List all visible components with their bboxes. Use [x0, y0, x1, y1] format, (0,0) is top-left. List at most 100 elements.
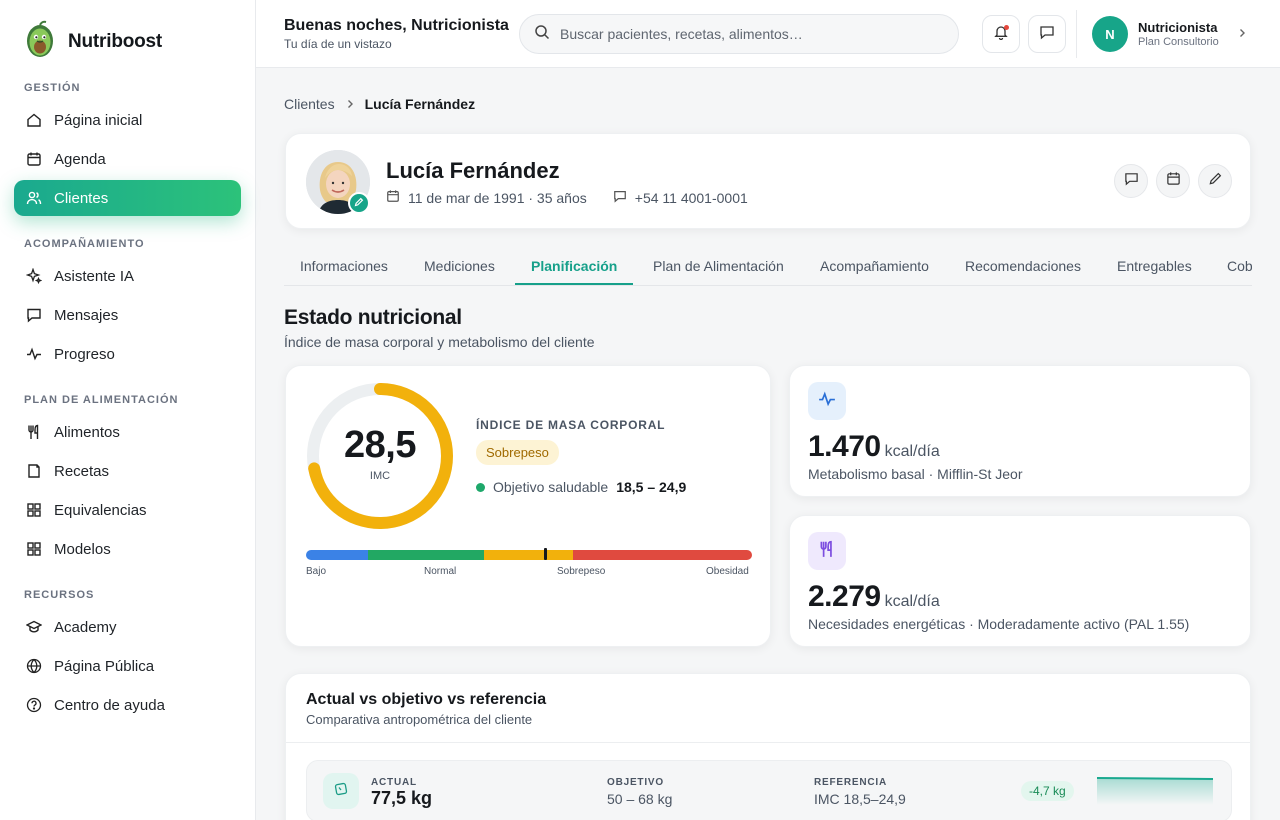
message-icon	[613, 189, 627, 206]
topbar: Buenas noches, Nutricionista Tu día de u…	[256, 0, 1280, 68]
calendar-icon	[1166, 171, 1181, 191]
scale-icon-box	[323, 773, 359, 809]
message-icon	[1039, 24, 1055, 45]
status-badge: Sobrepeso	[476, 440, 559, 465]
energy-needs-value: 2.279 kcal/día	[808, 580, 940, 614]
tab-informaciones[interactable]: Informaciones	[300, 258, 388, 274]
users-icon	[26, 190, 42, 206]
tab-plan-de-alimentacion[interactable]: Plan de Alimentación	[653, 258, 784, 274]
sidebar-item-agenda[interactable]: Agenda	[14, 141, 241, 177]
scale-label-normal: Normal	[424, 566, 457, 577]
sidebar-item-label: Alimentos	[54, 423, 120, 441]
scale-segment-obese	[573, 550, 752, 560]
sidebar-section-title: PLAN DE ALIMENTACIÓN	[24, 394, 179, 406]
graduation-cap-icon	[26, 619, 42, 635]
pencil-icon	[354, 194, 364, 212]
sidebar-item-modelos[interactable]: Modelos	[14, 531, 241, 567]
divider	[1076, 10, 1077, 58]
sidebar-item-label: Modelos	[54, 540, 111, 558]
scale-segment-normal	[368, 550, 484, 560]
activity-icon	[818, 390, 836, 413]
tab-mediciones[interactable]: Mediciones	[424, 258, 495, 274]
sidebar-item-academy[interactable]: Academy	[14, 609, 241, 645]
bmr-card: 1.470 kcal/día Metabolismo basal · Miffli…	[789, 365, 1251, 497]
sidebar-item-progreso[interactable]: Progreso	[14, 336, 241, 372]
tab-recomendaciones[interactable]: Recomendaciones	[965, 258, 1081, 274]
goal-value: 50 – 68 kg	[607, 791, 673, 807]
sidebar-item-clientes[interactable]: Clientes	[14, 180, 241, 216]
client-tabs: Informaciones Mediciones Planificación P…	[284, 248, 1252, 286]
sidebar-item-asistente-ia[interactable]: Asistente IA	[14, 258, 241, 294]
search-icon	[534, 24, 550, 45]
sidebar-item-label: Agenda	[54, 150, 106, 168]
notifications-button[interactable]	[982, 15, 1020, 53]
stat-icon-box	[808, 382, 846, 420]
sidebar-item-label: Centro de ayuda	[54, 696, 165, 714]
imc-title: ÍNDICE DE MASA CORPORAL	[476, 418, 666, 432]
imc-goal: Objetivo saludable 18,5 – 24,9	[476, 479, 686, 495]
sidebar-item-centro-de-ayuda[interactable]: Centro de ayuda	[14, 687, 241, 723]
avatar: N	[1092, 16, 1128, 52]
scale-label-obese: Obesidad	[706, 566, 749, 577]
tab-entregables[interactable]: Entregables	[1117, 258, 1192, 274]
imc-card: 28,5 IMC ÍNDICE DE MASA CORPORAL Sobrepe…	[285, 365, 771, 647]
sidebar-item-pagina-publica[interactable]: Página Pública	[14, 648, 241, 684]
breadcrumb-current: Lucía Fernández	[364, 96, 476, 112]
grid-icon	[26, 502, 42, 518]
edit-avatar-button[interactable]	[348, 192, 370, 214]
brand[interactable]: Nutriboost	[24, 20, 162, 63]
tab-cobros[interactable]: Cob	[1227, 258, 1252, 274]
delta-badge: -4,7 kg	[1021, 781, 1074, 801]
energy-needs-card: 2.279 kcal/día Necesidades energéticas · …	[789, 515, 1251, 647]
scale-segment-low	[306, 550, 368, 560]
reference-value: IMC 18,5–24,9	[814, 791, 906, 807]
message-client-button[interactable]	[1114, 164, 1148, 198]
goal-label: OBJETIVO	[607, 777, 664, 788]
user-menu[interactable]: N Nutricionista Plan Consultorio	[1092, 16, 1247, 52]
message-icon	[1124, 171, 1139, 191]
home-icon	[26, 112, 42, 128]
message-icon	[26, 307, 42, 323]
sidebar-item-alimentos[interactable]: Alimentos	[14, 414, 241, 450]
stat-icon-box	[808, 532, 846, 570]
greeting-title: Buenas noches, Nutricionista	[284, 17, 509, 34]
notification-dot	[1004, 25, 1009, 30]
globe-icon	[26, 658, 42, 674]
tab-acompanamiento[interactable]: Acompañamiento	[820, 258, 929, 274]
sidebar-item-label: Mensajes	[54, 306, 119, 324]
stat-number: 2.279	[808, 580, 881, 613]
imc-scale	[306, 550, 752, 560]
sidebar-section-title: ACOMPAÑAMIENTO	[24, 238, 145, 250]
avocado-logo-icon	[24, 20, 56, 63]
client-name: Lucía Fernández	[386, 158, 560, 183]
sidebar-item-label: Página inicial	[54, 111, 143, 129]
search-bar[interactable]	[519, 14, 959, 54]
client-meta: 11 de mar de 1991 · 35 años +54 11 4001-…	[386, 189, 748, 206]
goal-label: Objetivo saludable	[493, 479, 609, 495]
search-input[interactable]	[560, 26, 940, 42]
sidebar-item-equivalencias[interactable]: Equivalencias	[14, 492, 241, 528]
sidebar-item-mensajes[interactable]: Mensajes	[14, 297, 241, 333]
sidebar-item-label: Academy	[54, 618, 117, 636]
stat-number: 1.470	[808, 430, 881, 463]
sidebar-item-recetas[interactable]: Recetas	[14, 453, 241, 489]
grid-icon	[26, 541, 42, 557]
actual-value: 77,5 kg	[371, 788, 433, 808]
section-title: Estado nutricional	[284, 306, 462, 329]
imc-label: IMC	[369, 470, 391, 482]
sidebar: Nutriboost GESTIÓN Página inicial Agenda…	[0, 0, 256, 820]
sidebar-item-label: Equivalencias	[54, 501, 147, 519]
user-name: Nutricionista	[1138, 20, 1218, 35]
sidebar-item-pagina-inicial[interactable]: Página inicial	[14, 102, 241, 138]
breadcrumb-link[interactable]: Clientes	[284, 96, 335, 112]
energy-needs-description: Necesidades energéticas · Moderadamente …	[808, 616, 1190, 632]
tab-planificacion[interactable]: Planificación	[531, 258, 617, 274]
edit-client-button[interactable]	[1198, 164, 1232, 198]
imc-scale-marker	[544, 548, 547, 560]
messages-button[interactable]	[1028, 15, 1066, 53]
section-subtitle: Índice de masa corporal y metabolismo de…	[284, 334, 595, 350]
schedule-button[interactable]	[1156, 164, 1190, 198]
brand-name: Nutriboost	[68, 30, 163, 52]
scale-label-over: Sobrepeso	[557, 566, 606, 577]
imc-gauge: 28,5 IMC	[306, 382, 454, 530]
